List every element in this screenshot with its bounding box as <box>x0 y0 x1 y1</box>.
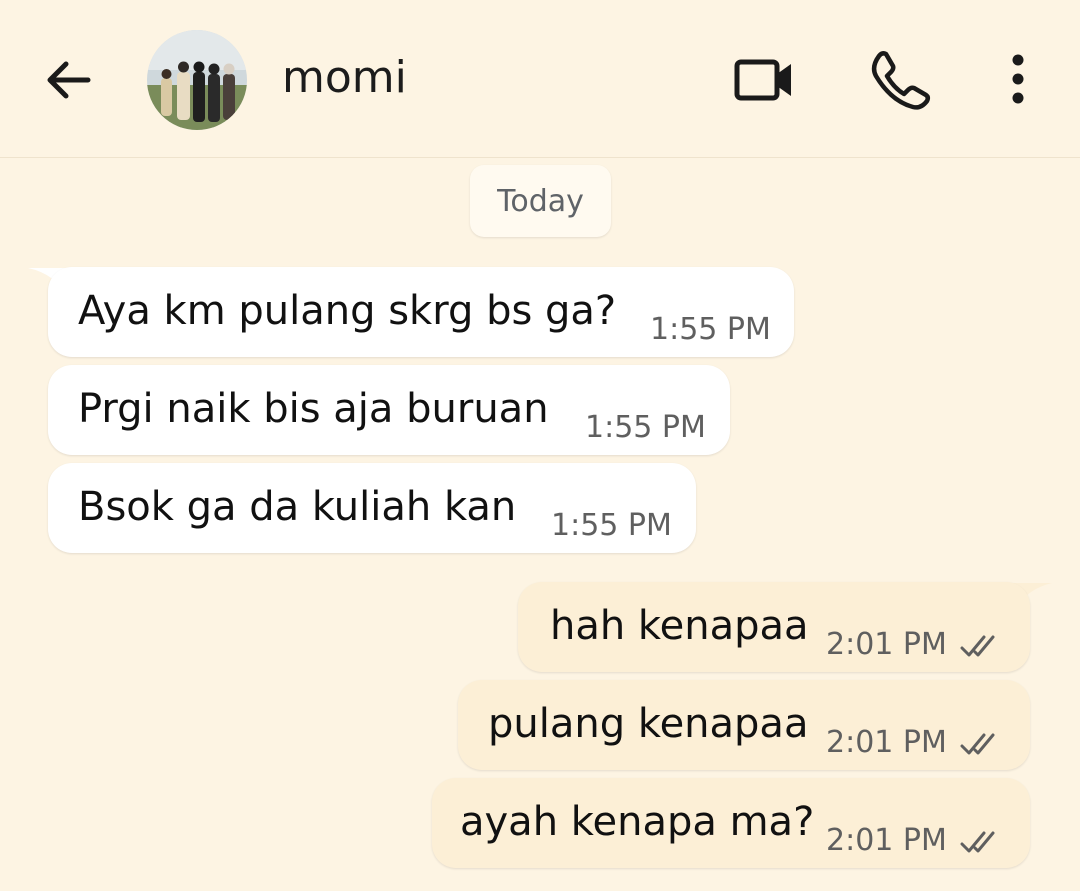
incoming-message[interactable]: Bsok ga da kuliah kan 1:55 PM <box>48 463 696 553</box>
avatar[interactable] <box>147 30 247 130</box>
message-text: Prgi naik bis aja buruan <box>78 386 549 432</box>
message-time: 1:55 PM <box>551 508 672 543</box>
message-text: Aya km pulang skrg bs ga? <box>78 288 617 334</box>
read-double-check-icon <box>960 733 995 755</box>
chat-header: momi <box>0 0 1080 158</box>
message-time: 1:55 PM <box>585 410 706 445</box>
outgoing-message[interactable]: hah kenapaa 2:01 PM <box>518 582 1030 672</box>
contact-name[interactable]: momi <box>282 50 407 106</box>
back-arrow-icon[interactable] <box>38 50 98 110</box>
day-separator: Today <box>470 165 611 237</box>
outgoing-message[interactable]: pulang kenapaa 2:01 PM <box>458 680 1030 770</box>
message-text: ayah kenapa ma? <box>460 799 815 845</box>
phone-icon[interactable] <box>866 46 934 114</box>
message-time: 1:55 PM <box>650 312 771 347</box>
message-text: hah kenapaa <box>550 603 809 649</box>
message-text: pulang kenapaa <box>488 701 809 747</box>
more-vert-icon[interactable] <box>985 46 1053 114</box>
message-time: 2:01 PM <box>826 627 947 662</box>
outgoing-message[interactable]: ayah kenapa ma? 2:01 PM <box>432 778 1030 868</box>
video-call-icon[interactable] <box>730 46 798 114</box>
message-text: Bsok ga da kuliah kan <box>78 484 517 530</box>
incoming-message[interactable]: Aya km pulang skrg bs ga? 1:55 PM <box>48 267 794 357</box>
incoming-message[interactable]: Prgi naik bis aja buruan 1:55 PM <box>48 365 730 455</box>
message-time: 2:01 PM <box>826 823 947 858</box>
read-double-check-icon <box>960 831 995 853</box>
message-time: 2:01 PM <box>826 725 947 760</box>
read-double-check-icon <box>960 635 995 657</box>
